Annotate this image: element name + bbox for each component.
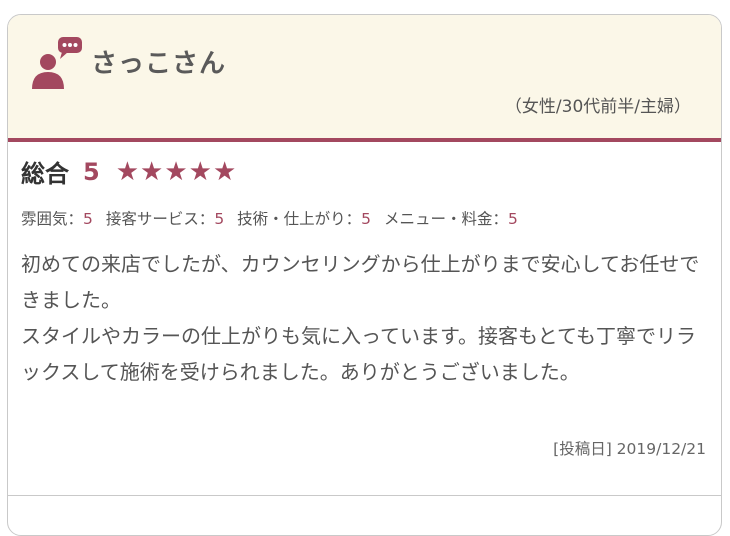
review-comment: 初めての来店でしたが、カウンセリングから仕上がりまで安心してお任せできました。 … bbox=[21, 252, 700, 384]
overall-rating: 総合 5 ★ ★ ★ ★ ★ bbox=[21, 154, 236, 189]
sub-rating-menu-price: メニュー・料金：5 bbox=[383, 210, 518, 228]
reviewer-name: さっこさん bbox=[91, 49, 227, 79]
star-icon: ★ bbox=[164, 156, 188, 187]
star-icon: ★ bbox=[115, 156, 140, 187]
sub-rating-technique: 技術・仕上がり：5 bbox=[237, 210, 372, 228]
overall-label: 総合 bbox=[21, 160, 69, 188]
star-rating: ★ ★ ★ ★ ★ bbox=[116, 159, 237, 185]
card-divider bbox=[8, 495, 721, 496]
sub-rating-service: 接客サービス：5 bbox=[105, 210, 225, 228]
overall-score: 5 bbox=[83, 157, 100, 186]
star-icon: ★ bbox=[140, 156, 164, 187]
star-icon: ★ bbox=[188, 156, 212, 187]
sub-rating-atmosphere: 雰囲気：5 bbox=[21, 210, 93, 228]
review-header: さっこさん （女性/30代前半/主婦） bbox=[8, 15, 721, 142]
user-speech-icon bbox=[32, 37, 82, 89]
reviewer-profile: （女性/30代前半/主婦） bbox=[504, 97, 691, 117]
sub-ratings: 雰囲気：5 接客サービス：5 技術・仕上がり：5 メニュー・料金：5 bbox=[21, 207, 526, 229]
star-icon: ★ bbox=[212, 156, 237, 187]
post-date: [投稿日] 2019/12/21 bbox=[553, 440, 706, 458]
